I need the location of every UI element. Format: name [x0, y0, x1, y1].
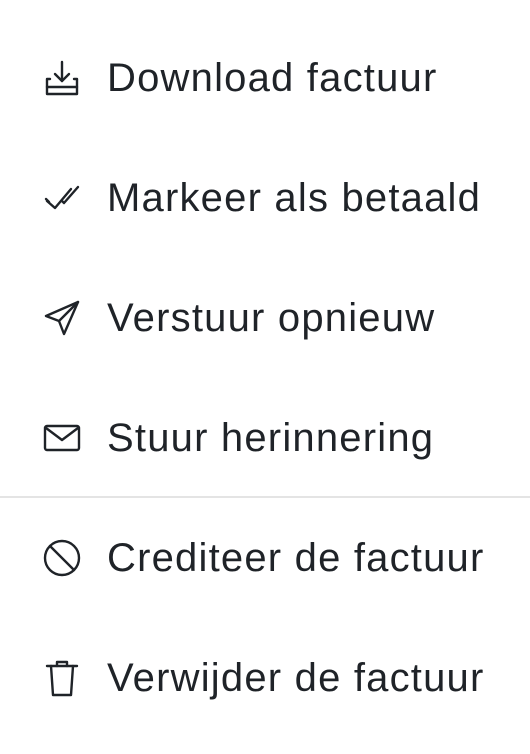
check-double-icon — [40, 176, 84, 220]
menu-item-delete-invoice[interactable]: Verwijder de factuur — [0, 618, 530, 738]
menu-item-label: Markeer als betaald — [107, 175, 482, 220]
invoice-actions-menu: Download factuur Markeer als betaald Ver… — [0, 0, 530, 754]
menu-item-mark-as-paid[interactable]: Markeer als betaald — [0, 138, 530, 258]
prohibited-icon — [40, 536, 84, 580]
menu-item-label: Verwijder de factuur — [107, 655, 485, 700]
download-tray-icon — [40, 56, 84, 100]
envelope-icon — [40, 416, 84, 460]
menu-item-send-reminder[interactable]: Stuur herinnering — [0, 378, 530, 498]
paper-plane-icon — [40, 296, 84, 340]
trash-icon — [40, 656, 84, 700]
menu-item-label: Verstuur opnieuw — [107, 295, 436, 340]
menu-item-credit-invoice[interactable]: Crediteer de factuur — [0, 498, 530, 618]
menu-item-label: Download factuur — [107, 55, 438, 100]
menu-item-download-invoice[interactable]: Download factuur — [0, 18, 530, 138]
menu-item-label: Crediteer de factuur — [107, 535, 485, 580]
menu-item-resend[interactable]: Verstuur opnieuw — [0, 258, 530, 378]
menu-item-label: Stuur herinnering — [107, 415, 435, 460]
